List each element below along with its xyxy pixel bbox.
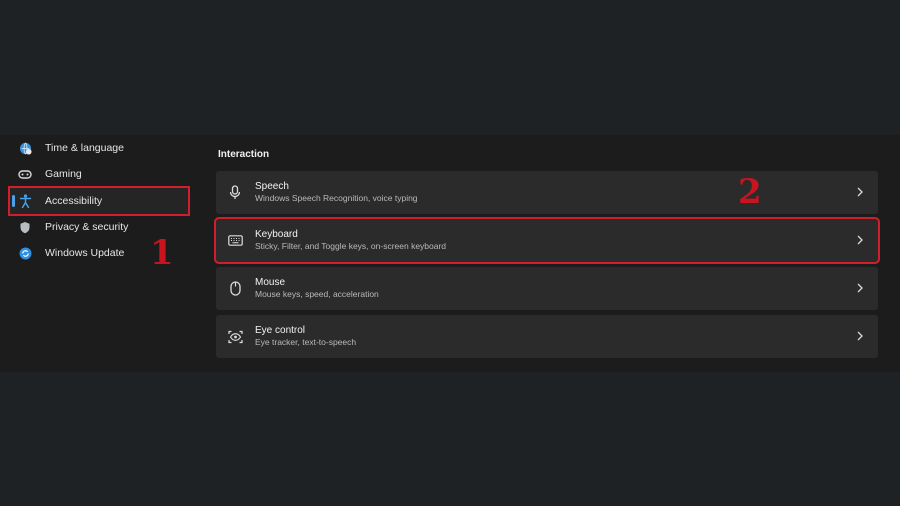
card-description: Mouse keys, speed, acceleration xyxy=(255,289,379,299)
setting-card-eye-control[interactable]: Eye control Eye tracker, text-to-speech xyxy=(216,315,878,358)
card-title: Mouse xyxy=(255,277,286,288)
card-description: Sticky, Filter, and Toggle keys, on-scre… xyxy=(255,241,447,251)
keyboard-icon xyxy=(227,233,243,249)
refresh-icon xyxy=(18,246,32,260)
eye-control-icon xyxy=(227,329,243,345)
sidebar-item-label: Accessibility xyxy=(45,195,103,207)
setting-card-keyboard[interactable]: Keyboard Sticky, Filter, and Toggle keys… xyxy=(214,217,880,264)
sidebar-item-label: Privacy & security xyxy=(45,221,129,233)
step-annotation-2: 2 xyxy=(738,172,762,212)
sidebar-item-label: Time & language xyxy=(45,142,124,154)
gamepad-icon xyxy=(18,167,32,181)
globe-clock-icon xyxy=(18,141,32,155)
setting-card-mouse[interactable]: Mouse Mouse keys, speed, acceleration xyxy=(216,267,878,310)
sidebar-item-gaming[interactable]: Gaming xyxy=(10,161,188,187)
card-title: Keyboard xyxy=(255,229,298,240)
sidebar-item-label: Gaming xyxy=(45,168,82,180)
chevron-right-icon xyxy=(857,283,863,293)
microphone-icon xyxy=(227,185,243,201)
chevron-right-icon xyxy=(857,331,863,341)
chevron-right-icon xyxy=(857,235,863,245)
chevron-right-icon xyxy=(857,187,863,197)
setting-card-speech[interactable]: Speech Windows Speech Recognition, voice… xyxy=(216,171,878,214)
step-annotation-1: 1 xyxy=(150,233,174,273)
mouse-icon xyxy=(227,281,243,297)
sidebar-item-time-language[interactable]: Time & language xyxy=(10,135,188,161)
card-title: Eye control xyxy=(255,325,306,336)
shield-icon xyxy=(18,220,32,234)
card-description: Windows Speech Recognition, voice typing xyxy=(255,193,418,203)
sidebar-item-accessibility[interactable]: Accessibility xyxy=(8,186,190,216)
card-title: Speech xyxy=(255,181,289,192)
card-description: Eye tracker, text-to-speech xyxy=(255,337,357,347)
section-title-interaction: Interaction xyxy=(218,149,270,160)
accessibility-icon xyxy=(18,194,32,208)
sidebar-item-label: Windows Update xyxy=(45,247,125,259)
